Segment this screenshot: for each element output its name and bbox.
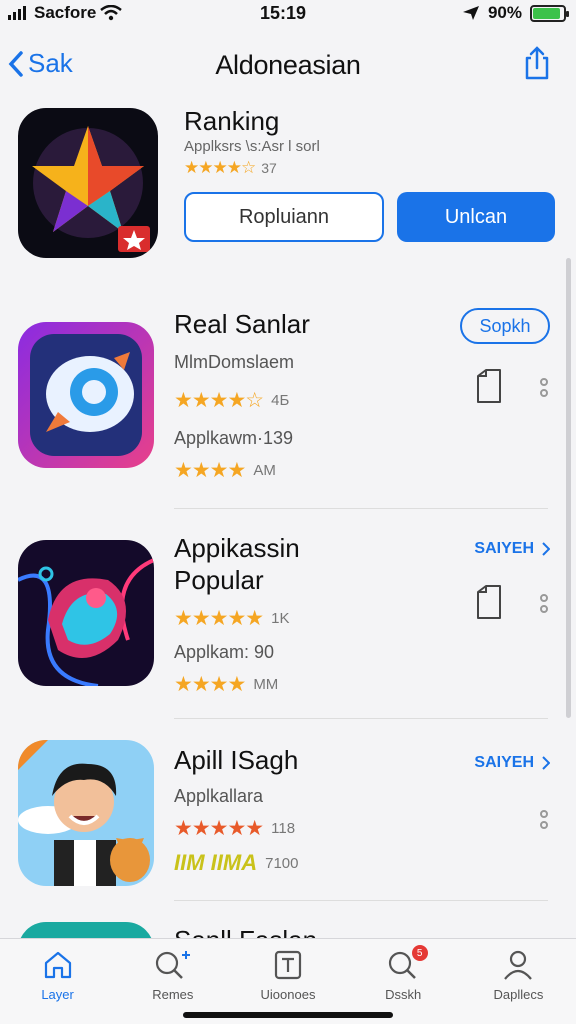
share-icon xyxy=(525,46,549,80)
ranking-app-icon[interactable] xyxy=(18,108,158,258)
signal-icon xyxy=(8,6,26,20)
tab-label: Dsskh xyxy=(385,987,422,1002)
app-title: Appikassin Popular xyxy=(174,533,300,595)
battery-percent: 90% xyxy=(487,3,522,22)
see-all-label: SAIYEH xyxy=(474,540,534,557)
status-bar: Sacfore 15:19 90% xyxy=(0,0,576,28)
rating-stars-icon: ★★★★★ xyxy=(174,817,264,840)
more-options-icon[interactable] xyxy=(540,378,548,397)
primary-button[interactable]: Unlcan xyxy=(397,192,555,242)
app-category: Applkawm·139 xyxy=(174,428,294,448)
battery-icon xyxy=(530,4,569,22)
app-title: Sanll Faslan xyxy=(174,924,317,938)
wifi-icon xyxy=(100,5,123,21)
app-category: Applkam: 90 xyxy=(174,642,275,662)
share-button[interactable] xyxy=(522,46,552,85)
see-all-label: SAIYEH xyxy=(474,754,534,771)
status-time: 15:19 xyxy=(260,3,307,23)
app-title: Apill ISagh xyxy=(174,745,299,775)
rating-stars-icon: ★★★★ xyxy=(174,459,246,482)
app-rating-secondary-count: AM xyxy=(253,462,276,479)
app-rating-count: 4Б xyxy=(271,392,290,409)
battery-fill xyxy=(533,7,560,19)
hero-subtitle: Applksrs \s:Asr l sorl xyxy=(184,138,320,155)
page-title: Aldoneasian xyxy=(215,50,361,80)
app-rating: ★★★★☆ 4Б xyxy=(174,388,289,413)
see-all-link[interactable]: SAIYEH xyxy=(474,754,550,772)
home-icon xyxy=(44,951,71,979)
tab-dapllecs[interactable]: Dapllecs xyxy=(461,939,576,1024)
chevron-right-icon xyxy=(542,542,550,556)
app-rating-count: 1K xyxy=(271,610,290,627)
app-rating-secondary: ★★★★ AM xyxy=(174,458,276,483)
app-rating-secondary-count: MM xyxy=(253,676,279,693)
app-rating: ★★★★★ 118 xyxy=(174,816,295,841)
app-developer: Applkallara xyxy=(174,786,264,806)
tab-label: Remes xyxy=(152,987,194,1002)
more-options-icon[interactable] xyxy=(540,810,548,829)
status-right: 90% xyxy=(462,3,569,23)
list-item[interactable]: Real Sanlar MlmDomslaem ★★★★☆ 4Б Applkaw… xyxy=(0,308,576,508)
document-icon[interactable] xyxy=(474,584,504,620)
list-item[interactable]: Apill ISagh Applkallara ★★★★★ 118 IIM II… xyxy=(0,740,576,910)
tab-label: Uioonoes xyxy=(260,987,316,1002)
search-button[interactable]: Sopkh xyxy=(460,308,550,344)
navigation-bar: Sak Aldoneasian xyxy=(0,40,576,94)
app-icon-apill-isagh[interactable] xyxy=(18,740,154,886)
location-icon xyxy=(462,6,479,20)
divider xyxy=(174,900,548,901)
app-icon-real-sanlar[interactable] xyxy=(18,322,154,468)
home-indicator xyxy=(183,1012,393,1018)
rating-stars-icon: ★★★★☆ xyxy=(184,158,256,177)
tab-layer[interactable]: Layer xyxy=(0,939,115,1024)
app-developer: MlmDomslaem xyxy=(174,352,295,372)
list-item[interactable]: Appikassin Popular ★★★★★ 1K Applkam: 90 … xyxy=(0,532,576,712)
hero-rating: ★★★★☆ 37 xyxy=(184,158,277,178)
rating-stars-icon: ★★★★★ xyxy=(174,607,264,630)
rating-stars-icon: ★★★★ xyxy=(174,673,246,696)
app-icon-sanll-faslan[interactable] xyxy=(18,922,154,938)
text-box-icon xyxy=(274,950,302,980)
rating-stars-icon: ★★★★☆ xyxy=(174,389,264,412)
app-rating-secondary: IIM IIMA 7100 xyxy=(174,850,298,876)
app-badge-text: IIM IIMA xyxy=(174,850,258,875)
avatar-app-icon xyxy=(18,740,154,886)
app-icon-appikassin[interactable] xyxy=(18,540,154,686)
search-plus-icon xyxy=(155,951,190,979)
hero-title: Ranking xyxy=(184,106,280,136)
star-logo-icon xyxy=(18,108,158,258)
app-rating-count: 118 xyxy=(271,820,296,837)
see-all-link[interactable]: SAIYEH xyxy=(474,540,550,558)
document-icon[interactable] xyxy=(474,368,504,404)
carrier-area: Sacfore xyxy=(8,3,123,23)
secondary-button[interactable]: Ropluiann xyxy=(184,192,384,242)
app-rating-secondary: ★★★★ MM xyxy=(174,672,278,697)
featured-app: Ranking Applksrs \s:Asr l sorl ★★★★☆ 37 … xyxy=(0,100,576,270)
divider xyxy=(174,718,548,719)
tab-label: Layer xyxy=(41,987,74,1002)
more-options-icon[interactable] xyxy=(540,594,548,613)
app-rating-secondary-count: 7100 xyxy=(265,854,299,872)
rocket-app-icon xyxy=(18,322,154,468)
list-item[interactable]: Sanll Faslan xyxy=(0,918,576,938)
app-rating: ★★★★★ 1K xyxy=(174,606,290,631)
notification-badge: 5 xyxy=(411,945,428,961)
hero-rating-count: 37 xyxy=(261,160,277,176)
tab-label: Dapllecs xyxy=(493,987,544,1002)
swirl-app-icon xyxy=(18,540,154,686)
carrier-name: Sacfore xyxy=(34,3,97,22)
divider xyxy=(174,508,548,509)
app-title: Real Sanlar xyxy=(174,309,310,339)
chevron-right-icon xyxy=(542,756,550,770)
person-icon xyxy=(504,950,533,980)
